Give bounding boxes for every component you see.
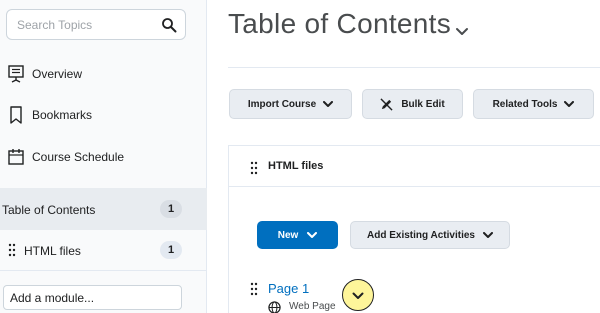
module-header: HTML files xyxy=(228,145,600,187)
chevron-down-icon xyxy=(323,100,334,107)
sidebar-item-bookmarks[interactable]: Bookmarks xyxy=(0,95,207,135)
related-tools-button[interactable]: Related Tools xyxy=(473,89,594,119)
sidebar-item-label: Course Schedule xyxy=(32,150,125,164)
search-placeholder: Search Topics xyxy=(17,18,93,32)
topic-title-link[interactable]: Page 1 xyxy=(268,281,309,296)
drag-handle-icon[interactable] xyxy=(8,243,16,257)
chevron-down-icon xyxy=(307,231,318,238)
new-button[interactable]: New xyxy=(257,221,338,249)
import-course-label: Import Course xyxy=(247,98,317,110)
bulk-edit-label: Bulk Edit xyxy=(401,98,445,110)
app-root: Search Topics Overview Bookmarks Course … xyxy=(0,0,600,313)
search-input[interactable]: Search Topics xyxy=(6,9,186,40)
chevron-down-icon xyxy=(352,292,364,299)
globe-icon xyxy=(268,301,281,313)
bookmark-icon xyxy=(10,106,22,124)
count-badge: 1 xyxy=(160,200,182,218)
count-badge: 1 xyxy=(160,241,182,259)
topic-context-menu-button[interactable] xyxy=(342,279,374,311)
sidebar-item-course-schedule[interactable]: Course Schedule xyxy=(0,137,207,177)
chevron-down-icon xyxy=(564,100,575,107)
add-module-input[interactable]: Add a module... xyxy=(3,285,182,310)
chevron-down-icon xyxy=(482,231,493,238)
divider xyxy=(228,67,600,68)
module-title[interactable]: HTML files xyxy=(268,160,323,172)
drag-handle-icon[interactable] xyxy=(250,282,258,296)
add-existing-label: Add Existing Activities xyxy=(367,229,475,241)
sidebar-item-label: Table of Contents xyxy=(2,203,96,217)
new-label: New xyxy=(277,229,299,241)
sidebar: Search Topics Overview Bookmarks Course … xyxy=(0,0,207,313)
bulk-edit-button[interactable]: Bulk Edit xyxy=(362,89,463,119)
related-tools-label: Related Tools xyxy=(492,98,558,110)
drag-handle-icon[interactable] xyxy=(250,161,258,175)
add-existing-activities-button[interactable]: Add Existing Activities xyxy=(350,221,510,249)
sidebar-item-label: Overview xyxy=(32,67,83,81)
calendar-icon xyxy=(8,149,24,165)
sidebar-item-label: HTML files xyxy=(24,244,81,258)
page-title: Table of Contents xyxy=(228,8,452,39)
chevron-down-icon[interactable] xyxy=(455,27,469,37)
search-icon[interactable] xyxy=(161,17,177,33)
sidebar-item-html-files[interactable]: HTML files 1 xyxy=(0,230,207,270)
sidebar-item-overview[interactable]: Overview xyxy=(0,54,207,94)
add-module-value: Add a module... xyxy=(10,291,95,305)
sidebar-item-label: Bookmarks xyxy=(32,108,93,122)
sidebar-item-table-of-contents[interactable]: Table of Contents 1 xyxy=(0,188,207,230)
import-course-button[interactable]: Import Course xyxy=(229,89,352,119)
divider xyxy=(0,270,207,271)
overview-icon xyxy=(8,65,24,83)
topic-type-label: Web Page xyxy=(289,301,336,312)
pencil-icon xyxy=(380,97,393,111)
